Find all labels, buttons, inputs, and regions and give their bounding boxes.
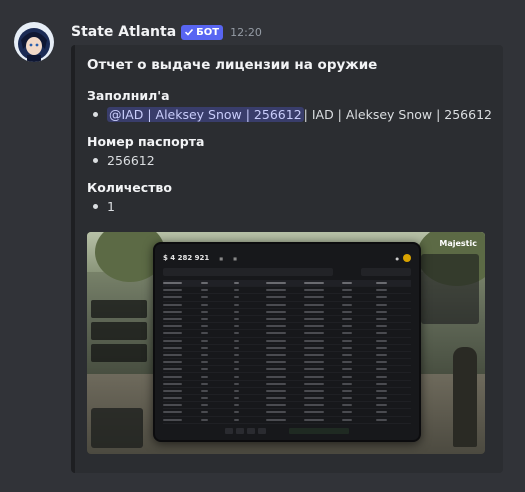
tablet-table-header: [163, 280, 411, 288]
tablet-table-row: [163, 302, 411, 309]
tablet-table-row: [163, 287, 411, 295]
tablet-search: [163, 268, 333, 276]
embed-card: Отчет о выдаче лицензии на оружие Заполн…: [71, 45, 503, 473]
tablet-table-row: [163, 345, 411, 352]
tablet-table-row: [163, 381, 411, 388]
author-name[interactable]: State Atlanta: [71, 24, 176, 40]
tablet-table-row: [163, 417, 411, 424]
tablet-table-row: [163, 388, 411, 395]
field-filled-by-value: @IAD | Aleksey Snow | 256612 | IAD | Ale…: [93, 107, 492, 122]
game-tablet: $ 4 282 921 ■ ■ ●: [153, 242, 421, 442]
tablet-table-row: [163, 395, 411, 403]
checkmark-icon: [185, 28, 194, 36]
avatar[interactable]: [14, 22, 54, 62]
game-hud-notifications: [91, 300, 149, 420]
chat-message: State Atlanta БОТ 12:20 Отчет о выдаче л…: [0, 0, 525, 492]
tablet-tab: ■: [219, 255, 224, 261]
bullet: [93, 158, 98, 163]
tablet-header: $ 4 282 921 ■ ■ ●: [163, 252, 411, 264]
field-quantity-label: Количество: [87, 180, 172, 195]
quantity-number: 1: [107, 199, 115, 214]
tablet-table-row: [163, 352, 411, 360]
embed-image[interactable]: Majestic $ 4 282 921 ■ ■ ●: [87, 232, 485, 454]
bot-badge-label: БОТ: [196, 26, 220, 38]
game-character: [453, 347, 477, 447]
message-timestamp[interactable]: 12:20: [230, 26, 262, 39]
passport-number: 256612: [107, 153, 155, 168]
tablet-table-row: [163, 323, 411, 331]
bullet: [93, 204, 98, 209]
field-quantity-value: 1: [93, 199, 115, 214]
field-passport-label: Номер паспорта: [87, 134, 205, 149]
tablet-table-row: [163, 366, 411, 374]
filled-by-text: | IAD | Aleksey Snow | 256612: [303, 107, 492, 122]
user-mention[interactable]: @IAD | Aleksey Snow | 256612: [107, 107, 304, 122]
bot-badge: БОТ: [181, 24, 224, 40]
field-passport-value: 256612: [93, 153, 155, 168]
tablet-table-row: [163, 294, 411, 302]
tablet-table-row: [163, 316, 411, 324]
tablet-table-row: [163, 373, 411, 381]
coin-icon: [403, 254, 411, 262]
tablet-table-row: [163, 338, 411, 345]
game-brand: Majestic: [439, 239, 477, 248]
tablet-table-row: [163, 309, 411, 316]
tablet-filter: [361, 268, 411, 276]
tablet-balance: $ 4 282 921: [163, 254, 210, 262]
embed-title: Отчет о выдаче лицензии на оружие: [87, 57, 378, 73]
field-filled-by-label: Заполнил'а: [87, 88, 170, 103]
tablet-table-row: [163, 359, 411, 367]
tablet-table-row: [163, 409, 411, 417]
tablet-table-row: [163, 402, 411, 410]
tablet-table-row: [163, 330, 411, 338]
tablet-pagination: [163, 427, 411, 435]
game-minimap: [91, 408, 143, 448]
game-hud-panel: [421, 254, 479, 324]
message-header: State Atlanta БОТ 12:20: [71, 22, 262, 42]
tablet-table: [163, 280, 411, 424]
bullet: [93, 112, 98, 117]
tablet-user: ●: [395, 255, 400, 261]
tablet-tab: ■: [233, 255, 237, 261]
